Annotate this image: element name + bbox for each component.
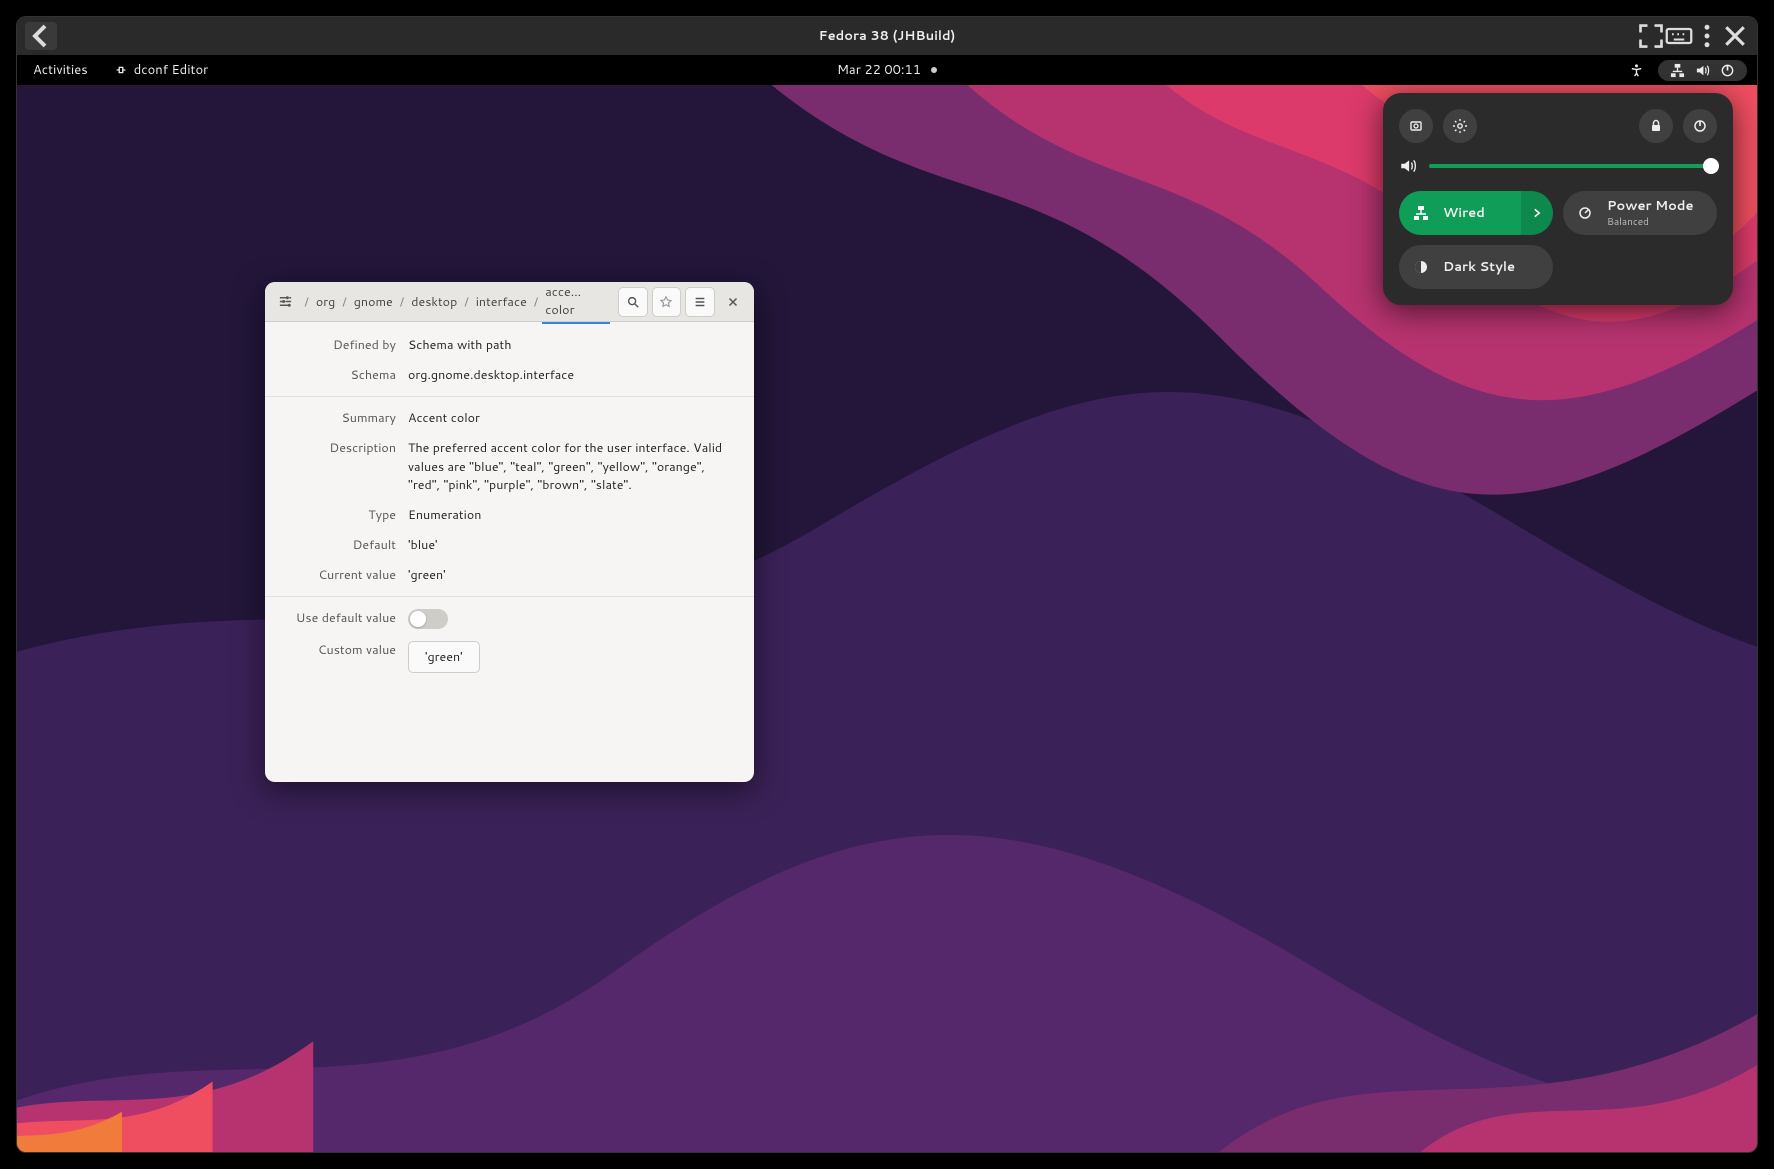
settings-button[interactable]: [1443, 109, 1477, 143]
description-label: Description: [283, 439, 408, 493]
power-mode-sublabel: Balanced: [1607, 215, 1717, 229]
network-pill[interactable]: Wired: [1399, 191, 1553, 235]
search-button[interactable]: [618, 287, 647, 317]
chevron-left-icon: [25, 20, 57, 52]
dark-style-pill[interactable]: Dark Style: [1399, 245, 1553, 289]
summary-value: Accent color: [408, 409, 736, 427]
clock-label: Mar 22 00:11: [837, 61, 921, 79]
default-label: Default: [283, 536, 408, 554]
close-icon: [1721, 22, 1749, 50]
custom-value-combo[interactable]: 'green': [408, 641, 480, 673]
hamburger-icon: [693, 295, 707, 309]
volume-icon: [1695, 63, 1710, 78]
breadcrumb-seg-current[interactable]: acce… color: [542, 282, 610, 324]
breadcrumb-sep: /: [342, 293, 346, 311]
network-wired-icon: [1670, 63, 1685, 78]
description-value: The preferred accent color for the user …: [408, 439, 736, 493]
settings-sliders-icon: [278, 294, 293, 309]
breadcrumb-seg-gnome[interactable]: gnome: [351, 290, 396, 314]
system-tray: [1629, 60, 1747, 81]
power-menu-button[interactable]: [1683, 109, 1717, 143]
vm-keyboard-button[interactable]: [1665, 22, 1693, 50]
system-status-area[interactable]: [1658, 60, 1747, 81]
hamburger-button[interactable]: [685, 287, 714, 317]
use-default-label: Use default value: [283, 609, 408, 629]
vm-close-button[interactable]: [1721, 22, 1749, 50]
breadcrumb-sep: /: [400, 293, 404, 311]
fullscreen-icon: [1637, 22, 1665, 50]
dark-style-icon: [1413, 259, 1429, 275]
custom-value-label: Custom value: [283, 641, 408, 673]
breadcrumb-seg-interface[interactable]: interface: [473, 290, 530, 314]
type-label: Type: [283, 506, 408, 524]
breadcrumb-sep: /: [464, 293, 468, 311]
breadcrumb-sep: /: [304, 293, 308, 311]
bookmark-button[interactable]: [652, 287, 681, 317]
breadcrumb: / org / gnome / desktop / interface / ac…: [304, 282, 610, 324]
vm-back-button[interactable]: [25, 22, 57, 50]
schema-label: Schema: [283, 366, 408, 384]
vm-menu-button[interactable]: [1693, 22, 1721, 50]
vm-window: Fedora 38 (JHBuild) Activities dconf Edi…: [16, 16, 1758, 1153]
keyboard-icon: [1665, 22, 1693, 50]
breadcrumb-sep: /: [534, 293, 538, 311]
screenshot-button[interactable]: [1399, 109, 1433, 143]
activities-button[interactable]: Activities: [27, 59, 94, 81]
power-icon: [1720, 63, 1735, 78]
notification-dot-icon: [931, 67, 937, 73]
lock-icon: [1648, 118, 1664, 134]
gear-icon: [1452, 118, 1468, 134]
power-mode-icon: [1577, 205, 1593, 221]
dark-style-label: Dark Style: [1443, 258, 1553, 276]
power-mode-label: Power Mode: [1607, 197, 1717, 215]
network-pill-label: Wired: [1443, 204, 1521, 222]
clock[interactable]: Mar 22 00:11: [17, 61, 1757, 79]
vm-title: Fedora 38 (JHBuild): [17, 27, 1757, 45]
app-name-label: dconf Editor: [134, 61, 209, 79]
power-icon: [1692, 118, 1708, 134]
breadcrumb-seg-org[interactable]: org: [313, 290, 338, 314]
accessibility-icon[interactable]: [1629, 63, 1644, 78]
network-pill-expand[interactable]: [1521, 191, 1553, 235]
dconf-headerbar: / org / gnome / desktop / interface / ac…: [265, 282, 754, 322]
default-value: 'blue': [408, 536, 736, 554]
kebab-icon: [1693, 22, 1721, 50]
volume-row: [1399, 157, 1717, 175]
star-icon: [659, 295, 673, 309]
chevron-right-icon: [1531, 207, 1543, 219]
slider-thumb[interactable]: [1703, 158, 1719, 174]
search-icon: [626, 295, 640, 309]
app-menu[interactable]: dconf Editor: [114, 61, 209, 79]
breadcrumb-seg-desktop[interactable]: desktop: [408, 290, 460, 314]
power-mode-pill[interactable]: Power Mode Balanced: [1563, 191, 1717, 235]
lock-button[interactable]: [1639, 109, 1673, 143]
quick-settings-popover: Wired Power Mode Balanced Dark Style: [1383, 93, 1733, 305]
screenshot-icon: [1408, 118, 1424, 134]
dconf-home-button[interactable]: [271, 287, 300, 317]
type-value: Enumeration: [408, 506, 736, 524]
volume-slider[interactable]: [1429, 164, 1717, 168]
use-default-toggle[interactable]: [408, 609, 448, 629]
current-value: 'green': [408, 566, 736, 584]
dconf-body: Defined bySchema with path Schemaorg.gno…: [265, 322, 754, 699]
vm-titlebar: Fedora 38 (JHBuild): [17, 17, 1757, 55]
schema-value: org.gnome.desktop.interface: [408, 366, 736, 384]
defined-by-value: Schema with path: [408, 336, 736, 354]
gnome-topbar: Activities dconf Editor Mar 22 00:11: [17, 55, 1757, 85]
close-icon: [726, 295, 740, 309]
current-label: Current value: [283, 566, 408, 584]
volume-icon: [1399, 157, 1417, 175]
dconf-window: / org / gnome / desktop / interface / ac…: [265, 282, 754, 782]
summary-label: Summary: [283, 409, 408, 427]
defined-by-label: Defined by: [283, 336, 408, 354]
window-close-button[interactable]: [719, 287, 748, 317]
dconf-icon: [114, 63, 128, 77]
network-wired-icon: [1413, 205, 1429, 221]
vm-fullscreen-button[interactable]: [1637, 22, 1665, 50]
